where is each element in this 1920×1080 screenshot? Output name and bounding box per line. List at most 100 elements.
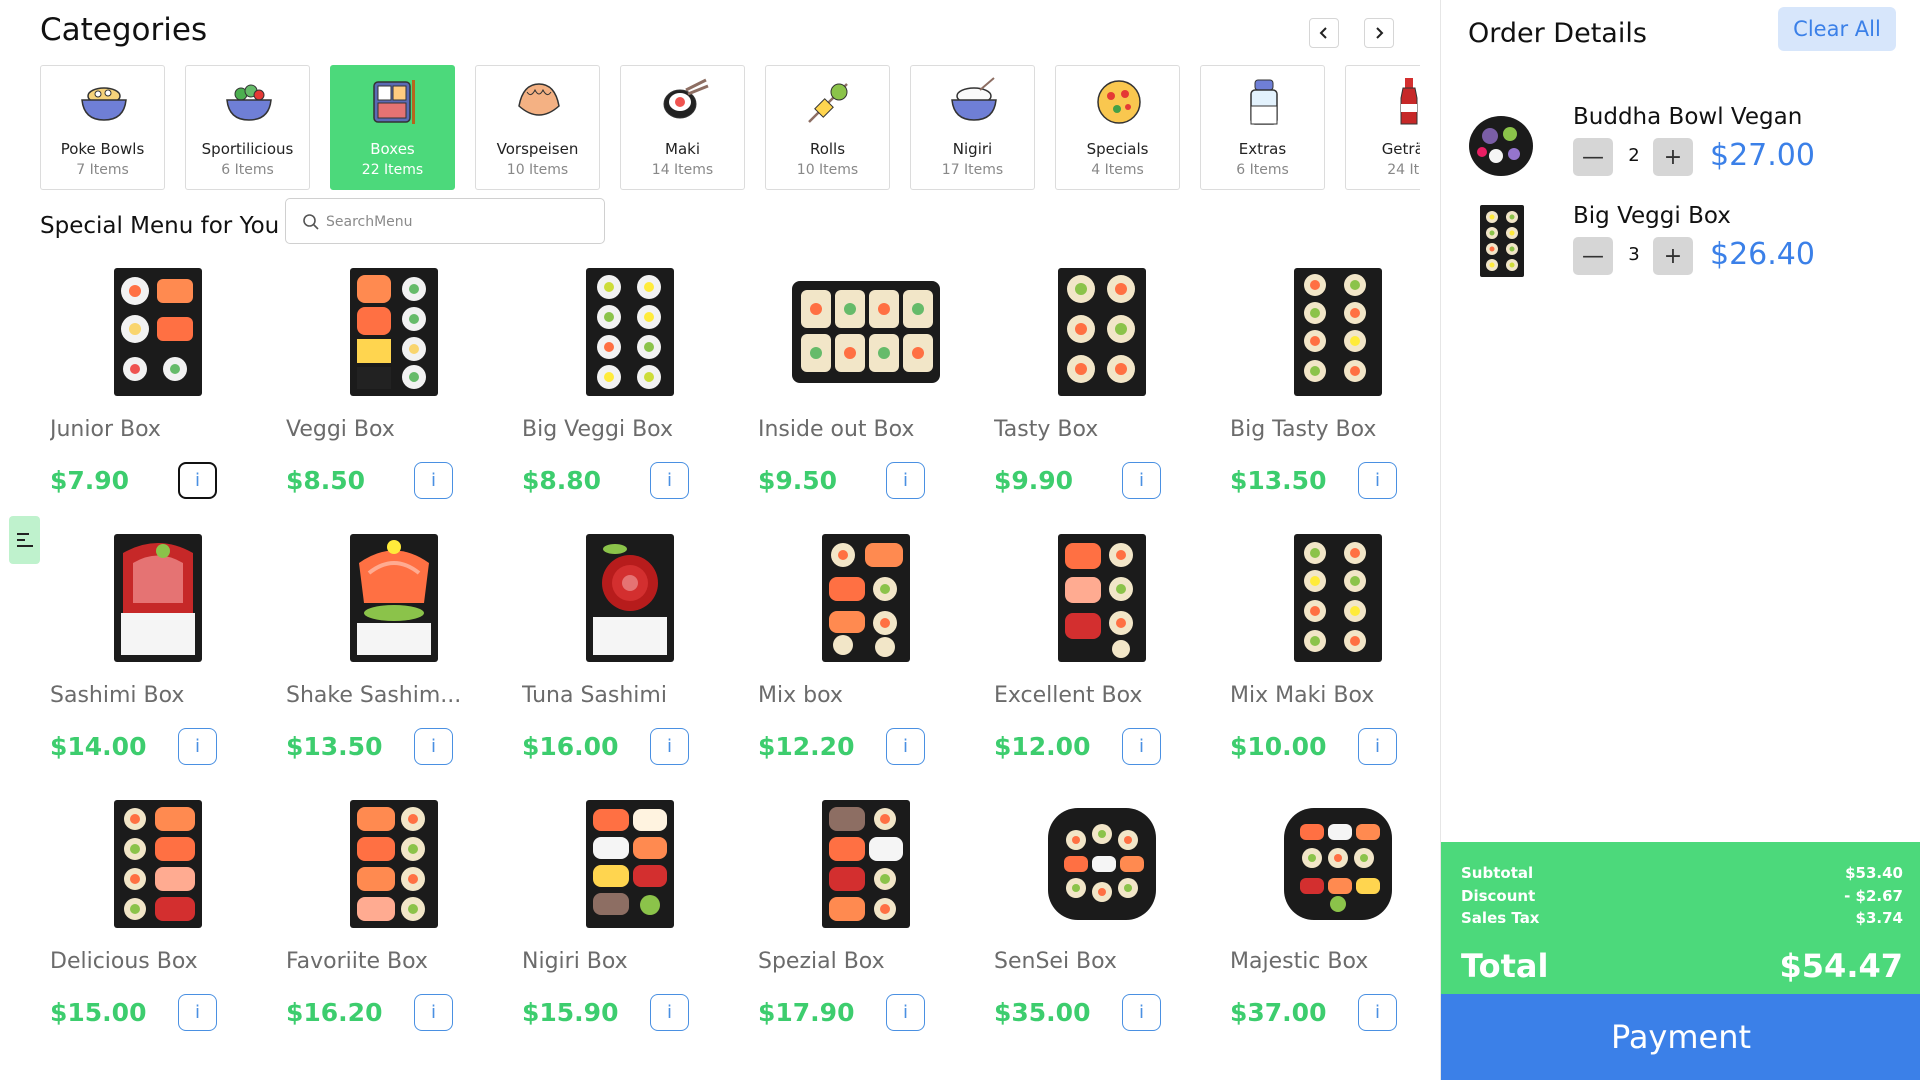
product-info-button[interactable]: i xyxy=(1122,462,1161,499)
product-image xyxy=(276,528,512,668)
discount-value: - $2.67 xyxy=(1844,887,1903,905)
product-info-button[interactable]: i xyxy=(414,994,453,1031)
product-card[interactable]: Mix Maki Box $10.00 i xyxy=(1220,528,1440,793)
product-info-button[interactable]: i xyxy=(1358,994,1397,1031)
product-card[interactable]: Shake Sashim... $13.50 i xyxy=(276,528,512,793)
product-price: $12.00 xyxy=(994,732,1091,761)
clear-all-button[interactable]: Clear All xyxy=(1778,7,1896,51)
increase-quantity-button[interactable]: + xyxy=(1653,237,1693,275)
product-card[interactable]: SenSei Box $35.00 i xyxy=(984,794,1220,1059)
product-info-button[interactable]: i xyxy=(414,462,453,499)
product-image xyxy=(40,262,276,402)
product-info-button[interactable]: i xyxy=(1122,728,1161,765)
product-card[interactable]: Delicious Box $15.00 i xyxy=(40,794,276,1059)
product-info-button[interactable]: i xyxy=(1358,462,1397,499)
order-panel: Order Details Clear All Buddha Bowl Vega… xyxy=(1440,0,1920,1080)
bottle-icon xyxy=(1400,78,1418,125)
product-price: $12.20 xyxy=(758,732,855,761)
category-specials[interactable]: Specials 4 Items xyxy=(1055,65,1180,190)
category-extras[interactable]: Extras 6 Items xyxy=(1200,65,1325,190)
product-price: $13.50 xyxy=(1230,466,1327,495)
order-item: Big Veggi Box — 3 + $26.40 xyxy=(1466,203,1896,293)
order-item-name: Big Veggi Box xyxy=(1573,203,1731,229)
product-image xyxy=(40,528,276,668)
product-info-button[interactable]: i xyxy=(178,462,217,499)
category-count: 6 Items xyxy=(1236,162,1289,178)
product-card[interactable]: Tasty Box $9.90 i xyxy=(984,262,1220,527)
subtotal-label: Subtotal xyxy=(1461,864,1534,882)
product-price: $9.50 xyxy=(758,466,838,495)
product-image xyxy=(276,262,512,402)
category-maki[interactable]: Maki 14 Items xyxy=(620,65,745,190)
category-count: 14 Items xyxy=(651,162,714,178)
product-info-button[interactable]: i xyxy=(886,728,925,765)
category-name: Maki xyxy=(665,140,700,158)
category-getraenke[interactable]: Geträn 24 Ite xyxy=(1345,65,1420,190)
categories-next-button[interactable] xyxy=(1364,18,1394,48)
category-count: 24 Ite xyxy=(1387,162,1420,178)
category-name: Boxes xyxy=(370,140,415,158)
search-input[interactable] xyxy=(326,207,596,237)
chevron-right-icon xyxy=(1376,27,1384,39)
product-info-button[interactable]: i xyxy=(1122,994,1161,1031)
product-name: Spezial Box xyxy=(758,949,885,974)
product-image xyxy=(276,794,512,934)
product-image xyxy=(512,528,748,668)
product-price: $7.90 xyxy=(50,466,130,495)
categories-prev-button[interactable] xyxy=(1309,18,1339,48)
order-item: Buddha Bowl Vegan — 2 + $27.00 xyxy=(1466,104,1896,194)
product-name: Big Veggi Box xyxy=(522,417,673,442)
discount-label: Discount xyxy=(1461,887,1536,905)
product-card[interactable]: Junior Box $7.90 i xyxy=(40,262,276,527)
product-card[interactable]: Big Veggi Box $8.80 i xyxy=(512,262,748,527)
product-info-button[interactable]: i xyxy=(1358,728,1397,765)
category-rolls[interactable]: Rolls 10 Items xyxy=(765,65,890,190)
product-card[interactable]: Spezial Box $17.90 i xyxy=(748,794,984,1059)
pos-app: Categories Poke Bowls 7 Items Sportilici… xyxy=(0,0,1920,1080)
product-card[interactable]: Big Tasty Box $13.50 i xyxy=(1220,262,1440,527)
product-price: $8.50 xyxy=(286,466,366,495)
category-count: 10 Items xyxy=(506,162,569,178)
product-info-button[interactable]: i xyxy=(178,994,217,1031)
category-count: 22 Items xyxy=(361,162,424,178)
product-card[interactable]: Excellent Box $12.00 i xyxy=(984,528,1220,793)
maki-icon xyxy=(663,78,709,119)
product-card[interactable]: Mix box $12.20 i xyxy=(748,528,984,793)
product-info-button[interactable]: i xyxy=(178,728,217,765)
rice-bowl-icon xyxy=(951,77,997,121)
product-card[interactable]: Sashimi Box $14.00 i xyxy=(40,528,276,793)
decrease-quantity-button[interactable]: — xyxy=(1573,237,1613,275)
product-name: Excellent Box xyxy=(994,683,1143,708)
product-card[interactable]: Inside out Box $9.50 i xyxy=(748,262,984,527)
product-price: $37.00 xyxy=(1230,998,1327,1027)
product-name: Mix Maki Box xyxy=(1230,683,1375,708)
category-vorspeisen[interactable]: Vorspeisen 10 Items xyxy=(475,65,600,190)
decrease-quantity-button[interactable]: — xyxy=(1573,138,1613,176)
category-boxes[interactable]: Boxes 22 Items xyxy=(330,65,455,190)
product-info-button[interactable]: i xyxy=(650,728,689,765)
category-count: 10 Items xyxy=(796,162,859,178)
category-poke-bowls[interactable]: Poke Bowls 7 Items xyxy=(40,65,165,190)
product-card[interactable]: Veggi Box $8.50 i xyxy=(276,262,512,527)
product-card[interactable]: Nigiri Box $15.90 i xyxy=(512,794,748,1059)
product-info-button[interactable]: i xyxy=(886,462,925,499)
product-card[interactable]: Favoriite Box $16.20 i xyxy=(276,794,512,1059)
increase-quantity-button[interactable]: + xyxy=(1653,138,1693,176)
sidebar-toggle-button[interactable] xyxy=(9,516,40,564)
subtotal-row: Subtotal $53.40 xyxy=(1461,864,1903,882)
product-name: Tasty Box xyxy=(994,417,1099,442)
payment-button[interactable]: Payment xyxy=(1441,994,1920,1080)
category-nigiri[interactable]: Nigiri 17 Items xyxy=(910,65,1035,190)
category-name: Specials xyxy=(1086,140,1149,158)
category-strip: Poke Bowls 7 Items Sportilicious 6 Items… xyxy=(40,65,1420,190)
product-image xyxy=(1220,262,1440,402)
category-sportilicious[interactable]: Sportilicious 6 Items xyxy=(185,65,310,190)
product-info-button[interactable]: i xyxy=(650,462,689,499)
product-card[interactable]: Majestic Box $37.00 i xyxy=(1220,794,1440,1059)
product-image xyxy=(984,262,1220,402)
product-card[interactable]: Tuna Sashimi $16.00 i xyxy=(512,528,748,793)
product-info-button[interactable]: i xyxy=(650,994,689,1031)
special-menu-title: Special Menu for You xyxy=(40,213,280,239)
product-info-button[interactable]: i xyxy=(414,728,453,765)
product-info-button[interactable]: i xyxy=(886,994,925,1031)
